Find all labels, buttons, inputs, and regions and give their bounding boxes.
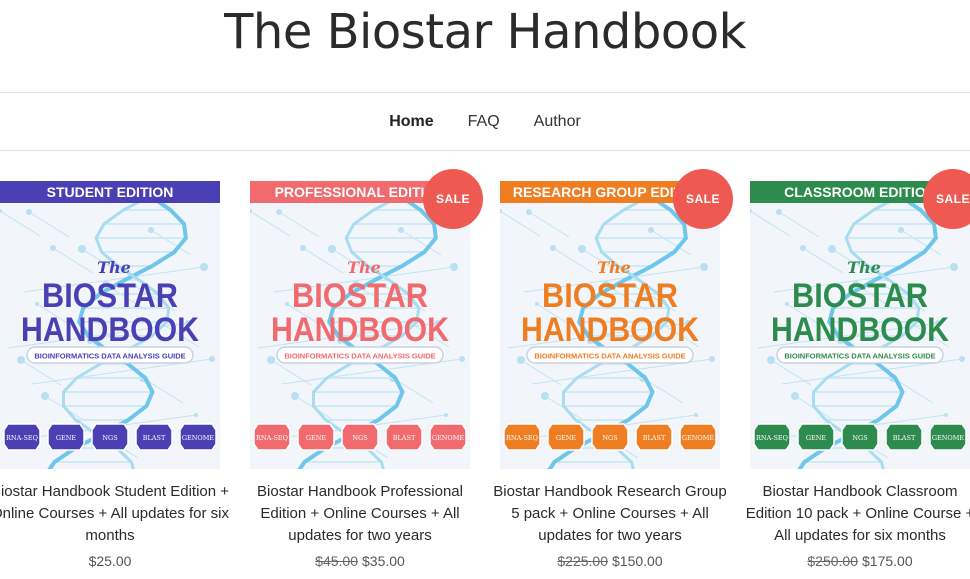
cover-the-text: The	[847, 258, 881, 277]
svg-text:GENOME: GENOME	[682, 434, 715, 442]
product-card[interactable]: SALE CLASSROOM EDITION The BIOSTAR HANDBOOK B…	[746, 169, 970, 569]
svg-text:NGS: NGS	[102, 434, 117, 442]
svg-text:GENE: GENE	[306, 434, 327, 442]
cover-the-text: The	[597, 258, 631, 277]
cover-title-line2: HANDBOOK	[21, 311, 199, 349]
cover-title-line1: BIOSTAR	[542, 277, 678, 315]
product-title-link[interactable]: Biostar Handbook Research Group 5 pack +…	[490, 481, 730, 547]
svg-text:GENOME: GENOME	[182, 434, 215, 442]
svg-text:NGS: NGS	[852, 434, 867, 442]
cover-edition-banner: CLASSROOM EDITION	[784, 184, 936, 200]
cover-badge: RNA-SEQ	[3, 423, 41, 451]
cover-subtitle: BIOINFORMATICS DATA ANALYSIS GUIDE	[34, 352, 185, 361]
svg-text:GENE: GENE	[56, 434, 77, 442]
cover-badge: GENE	[547, 423, 585, 451]
cover-badge: GENOME	[179, 423, 217, 451]
cover-badge: RNA-SEQ	[503, 423, 541, 451]
product-title-link[interactable]: Biostar Handbook Student Edition + Onlin…	[0, 481, 230, 547]
product-grid: STUDENT EDITION The BIOSTAR HANDBOOK BIOINFO…	[0, 169, 970, 579]
product-price: $45.00 $35.00	[250, 553, 470, 569]
cover-badge: RNA-SEQ	[253, 423, 291, 451]
svg-text:BLAST: BLAST	[643, 434, 666, 442]
cover-title-line1: BIOSTAR	[792, 277, 928, 315]
cover-subtitle: BIOINFORMATICS DATA ANALYSIS GUIDE	[534, 352, 685, 361]
cover-badge: GENOME	[429, 423, 467, 451]
sale-badge: SALE	[673, 169, 733, 229]
current-price: $150.00	[612, 553, 663, 569]
cover-title-line2: HANDBOOK	[521, 311, 699, 349]
site-title[interactable]: The Biostar Handbook	[0, 0, 970, 92]
svg-text:RNA-SEQ: RNA-SEQ	[256, 434, 288, 442]
original-price: $45.00	[315, 553, 358, 569]
product-card[interactable]: SALE PROFESSIONAL EDITION The BIOSTAR HANDBO…	[250, 169, 483, 569]
main-nav: Home FAQ Author	[0, 93, 970, 150]
nav-faq-link[interactable]: FAQ	[451, 96, 517, 148]
cover-edition-banner: PROFESSIONAL EDITION	[275, 184, 446, 200]
cover-title-line1: BIOSTAR	[42, 277, 178, 315]
svg-text:NGS: NGS	[352, 434, 367, 442]
svg-text:RNA-SEQ: RNA-SEQ	[506, 434, 538, 442]
cover-badge: GENOME	[679, 423, 717, 451]
svg-text:BLAST: BLAST	[143, 434, 166, 442]
product-price: $250.00 $175.00	[750, 553, 970, 569]
cover-badge: NGS	[591, 423, 629, 451]
cover-badge: BLAST	[135, 423, 173, 451]
original-price: $225.00	[557, 553, 608, 569]
cover-badge: GENE	[47, 423, 85, 451]
product-title-link[interactable]: Biostar Handbook Classroom Edition 10 pa…	[740, 481, 970, 547]
product-price: $25.00	[0, 553, 220, 569]
cover-the-text: The	[347, 258, 381, 277]
nav-author-link[interactable]: Author	[517, 96, 598, 148]
current-price: $35.00	[362, 553, 405, 569]
cover-edition-banner: STUDENT EDITION	[47, 184, 174, 200]
cover-badge: BLAST	[635, 423, 673, 451]
cover-badge: RNA-SEQ	[753, 423, 791, 451]
product-title-link[interactable]: Biostar Handbook Professional Edition + …	[240, 481, 480, 547]
cover-title-line2: HANDBOOK	[771, 311, 949, 349]
cover-badge: GENE	[297, 423, 335, 451]
svg-text:BLAST: BLAST	[893, 434, 916, 442]
svg-text:NGS: NGS	[602, 434, 617, 442]
product-cover-image[interactable]: STUDENT EDITION The BIOSTAR HANDBOOK BIOINFO…	[0, 181, 220, 469]
svg-text:GENE: GENE	[806, 434, 827, 442]
sale-badge: SALE	[423, 169, 483, 229]
svg-text:RNA-SEQ: RNA-SEQ	[756, 434, 788, 442]
cover-badge: NGS	[91, 423, 129, 451]
current-price: $175.00	[862, 553, 913, 569]
product-card[interactable]: STUDENT EDITION The BIOSTAR HANDBOOK BIOINFO…	[0, 181, 229, 569]
cover-badge: NGS	[841, 423, 879, 451]
cover-subtitle: BIOINFORMATICS DATA ANALYSIS GUIDE	[284, 352, 435, 361]
cover-title-line2: HANDBOOK	[271, 311, 449, 349]
cover-title-line1: BIOSTAR	[292, 277, 428, 315]
product-card[interactable]: SALE RESEARCH GROUP EDITION The BIOSTAR HAND…	[493, 169, 733, 569]
cover-badge: BLAST	[885, 423, 923, 451]
cover-badge: GENOME	[929, 423, 967, 451]
svg-text:GENOME: GENOME	[932, 434, 965, 442]
svg-text:RNA-SEQ: RNA-SEQ	[6, 434, 38, 442]
cover-subtitle: BIOINFORMATICS DATA ANALYSIS GUIDE	[784, 352, 935, 361]
nav-divider	[0, 150, 970, 151]
product-price: $225.00 $150.00	[500, 553, 720, 569]
cover-badge: GENE	[797, 423, 835, 451]
svg-text:GENOME: GENOME	[432, 434, 465, 442]
svg-text:BLAST: BLAST	[393, 434, 416, 442]
nav-home-link[interactable]: Home	[372, 96, 450, 148]
cover-badge: BLAST	[385, 423, 423, 451]
cover-the-text: The	[97, 258, 131, 277]
original-price: $250.00	[807, 553, 858, 569]
svg-text:GENE: GENE	[556, 434, 577, 442]
cover-badge: NGS	[341, 423, 379, 451]
current-price: $25.00	[88, 553, 132, 569]
